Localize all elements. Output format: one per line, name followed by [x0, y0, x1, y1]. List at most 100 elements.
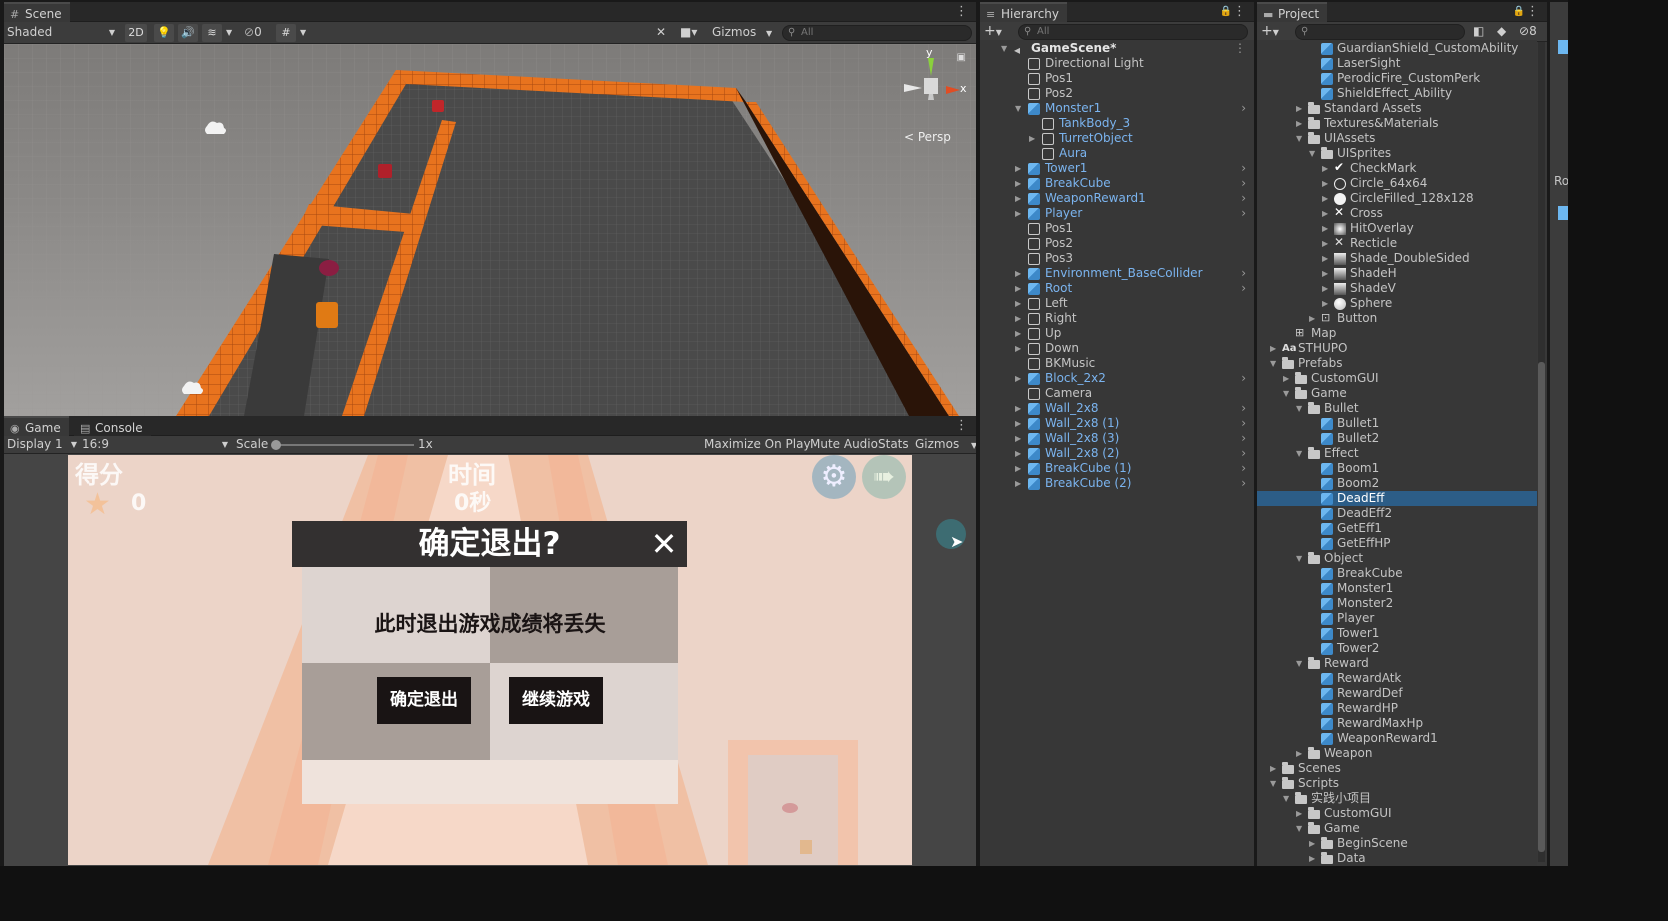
project-item[interactable]: Tower1	[1257, 626, 1537, 641]
expand-arrow-down-icon[interactable]: ▼	[1296, 446, 1302, 461]
chevron-right-icon[interactable]: ›	[1241, 191, 1246, 206]
project-item[interactable]: PerodicFire_CustomPerk	[1257, 71, 1537, 86]
shading-dropdown[interactable]: Shaded ▼	[7, 24, 117, 41]
hierarchy-item[interactable]: BKMusic	[980, 356, 1254, 371]
expand-arrow-right-icon[interactable]: ▶	[1015, 281, 1021, 296]
hierarchy-item[interactable]: ▶ Wall_2x8 (3) ›	[980, 431, 1254, 446]
project-item[interactable]: ⊞ Map	[1257, 326, 1537, 341]
project-item-selected[interactable]: DeadEff	[1257, 491, 1537, 506]
project-item[interactable]: GetEff1	[1257, 521, 1537, 536]
project-item[interactable]: ▶ ShadeV	[1257, 281, 1537, 296]
expand-arrow-right-icon[interactable]: ▶	[1309, 311, 1315, 326]
project-item[interactable]: BreakCube	[1257, 566, 1537, 581]
project-item[interactable]: ▶ HitOverlay	[1257, 221, 1537, 236]
tab-game[interactable]: ◉ Game	[4, 416, 69, 436]
chevron-right-icon[interactable]: ›	[1241, 461, 1246, 476]
expand-arrow-right-icon[interactable]: ▶	[1015, 461, 1021, 476]
project-lock-icon[interactable]: 🔒	[1513, 6, 1525, 17]
project-item[interactable]: ▶ CustomGUI	[1257, 371, 1537, 386]
project-item[interactable]: RewardHP	[1257, 701, 1537, 716]
confirm-exit-button[interactable]: 确定退出	[377, 677, 471, 724]
hierarchy-item[interactable]: Pos1	[980, 71, 1254, 86]
expand-arrow-right-icon[interactable]: ▶	[1015, 191, 1021, 206]
chevron-right-icon[interactable]: ›	[1241, 206, 1246, 221]
expand-arrow-right-icon[interactable]: ▶	[1015, 176, 1021, 191]
expand-arrow-right-icon[interactable]: ▶	[1322, 206, 1328, 221]
expand-arrow-right-icon[interactable]: ▶	[1322, 161, 1328, 176]
hierarchy-item[interactable]: ▶ Wall_2x8 (1) ›	[980, 416, 1254, 431]
expand-arrow-right-icon[interactable]: ▶	[1322, 251, 1328, 266]
expand-arrow-right-icon[interactable]: ▶	[1322, 221, 1328, 236]
project-item[interactable]: ▶ Standard Assets	[1257, 101, 1537, 116]
aspect-dropdown[interactable]: 16:9 ▼	[82, 436, 228, 453]
expand-arrow-right-icon[interactable]: ▶	[1015, 401, 1021, 416]
tab-scene[interactable]: # Scene	[4, 2, 70, 22]
audio-toggle-icon[interactable]: 🔊	[178, 24, 198, 42]
continue-game-button[interactable]: 继续游戏	[509, 677, 603, 724]
hierarchy-item[interactable]: ▶ BreakCube (2) ›	[980, 476, 1254, 491]
project-item[interactable]: ▶ Weapon	[1257, 746, 1537, 761]
perspective-label[interactable]: < Persp	[904, 130, 951, 144]
expand-arrow-down-icon[interactable]: ▼	[1283, 791, 1289, 806]
expand-arrow-right-icon[interactable]: ▶	[1270, 341, 1276, 356]
expand-arrow-right-icon[interactable]: ▶	[1322, 281, 1328, 296]
project-item[interactable]: ▶ CircleFilled_128x128	[1257, 191, 1537, 206]
project-item[interactable]: ShieldEffect_Ability	[1257, 86, 1537, 101]
project-item[interactable]: Bullet2	[1257, 431, 1537, 446]
scene-viewport[interactable]: y x ▣ < Persp	[4, 44, 976, 416]
scale-slider-thumb[interactable]	[271, 440, 281, 450]
project-item[interactable]: ▼ Game	[1257, 821, 1537, 836]
expand-arrow-right-icon[interactable]: ▶	[1029, 131, 1035, 146]
maximize-on-play-toggle[interactable]: Maximize On Play	[704, 436, 811, 453]
expand-arrow-right-icon[interactable]: ▶	[1296, 101, 1302, 116]
expand-arrow-down-icon[interactable]: ▼	[1296, 656, 1302, 671]
effects-dropdown-arrow-icon[interactable]: ▼	[226, 24, 232, 41]
lighting-toggle-icon[interactable]: 💡	[154, 24, 174, 42]
hierarchy-add-button[interactable]: +▼	[984, 23, 1002, 40]
chevron-right-icon[interactable]: ›	[1241, 176, 1246, 191]
expand-arrow-right-icon[interactable]: ▶	[1322, 266, 1328, 281]
project-item[interactable]: ▶ Circle_64x64	[1257, 176, 1537, 191]
expand-arrow-down-icon[interactable]: ▼	[1001, 41, 1007, 56]
project-item[interactable]: ▶ ✔ CheckMark	[1257, 160, 1537, 176]
hierarchy-item[interactable]: Pos1	[980, 221, 1254, 236]
project-item[interactable]: ▼ Effect	[1257, 446, 1537, 461]
expand-arrow-right-icon[interactable]: ▶	[1309, 836, 1315, 851]
project-item[interactable]: RewardDef	[1257, 686, 1537, 701]
chevron-right-icon[interactable]: ›	[1241, 371, 1246, 386]
project-menu-icon[interactable]: ⋮	[1526, 4, 1539, 19]
hierarchy-item[interactable]: ▶ BreakCube ›	[980, 176, 1254, 191]
expand-arrow-down-icon[interactable]: ▼	[1015, 101, 1021, 116]
hierarchy-item[interactable]: ▶ WeaponReward1 ›	[980, 191, 1254, 206]
project-scrollbar[interactable]	[1538, 42, 1545, 862]
hierarchy-item[interactable]: Camera	[980, 386, 1254, 401]
project-item[interactable]: Tower2	[1257, 641, 1537, 656]
hierarchy-item[interactable]: ▶ Down	[980, 341, 1254, 356]
project-item[interactable]: ▼ Game	[1257, 386, 1537, 401]
project-hidden-toggle[interactable]: ⊘8	[1519, 23, 1537, 40]
expand-arrow-right-icon[interactable]: ▶	[1015, 431, 1021, 446]
hierarchy-item[interactable]: ▶ Block_2x2 ›	[980, 371, 1254, 386]
hierarchy-item[interactable]: ▼ Monster1 ›	[980, 101, 1254, 116]
stats-toggle[interactable]: Stats	[878, 436, 909, 453]
hierarchy-item[interactable]: ▼ ◂ GameScene* ⋮	[980, 41, 1254, 57]
project-item[interactable]: GetEffHP	[1257, 536, 1537, 551]
expand-arrow-down-icon[interactable]: ▼	[1296, 131, 1302, 146]
exit-arrow-icon[interactable]: ➠	[862, 455, 906, 499]
project-item[interactable]: ▶ Sphere	[1257, 296, 1537, 311]
project-item[interactable]: ▶ Scenes	[1257, 761, 1537, 776]
expand-arrow-down-icon[interactable]: ▼	[1270, 356, 1276, 371]
project-item[interactable]: ▼ Scripts	[1257, 776, 1537, 791]
expand-arrow-right-icon[interactable]: ▶	[1322, 176, 1328, 191]
hierarchy-item[interactable]: Aura	[980, 146, 1254, 161]
hidden-objects-toggle[interactable]: ⊘0	[244, 24, 272, 41]
expand-arrow-right-icon[interactable]: ▶	[1322, 191, 1328, 206]
project-scrollbar-thumb[interactable]	[1538, 362, 1545, 852]
scene-menu-icon[interactable]: ⋮	[955, 4, 968, 19]
hierarchy-item[interactable]: Pos3	[980, 251, 1254, 266]
project-item[interactable]: ▶ BeginScene	[1257, 836, 1537, 851]
chevron-right-icon[interactable]: ›	[1241, 161, 1246, 176]
hierarchy-item[interactable]: ▶ Up	[980, 326, 1254, 341]
project-add-button[interactable]: +▼	[1261, 23, 1279, 40]
project-item[interactable]: RewardMaxHp	[1257, 716, 1537, 731]
